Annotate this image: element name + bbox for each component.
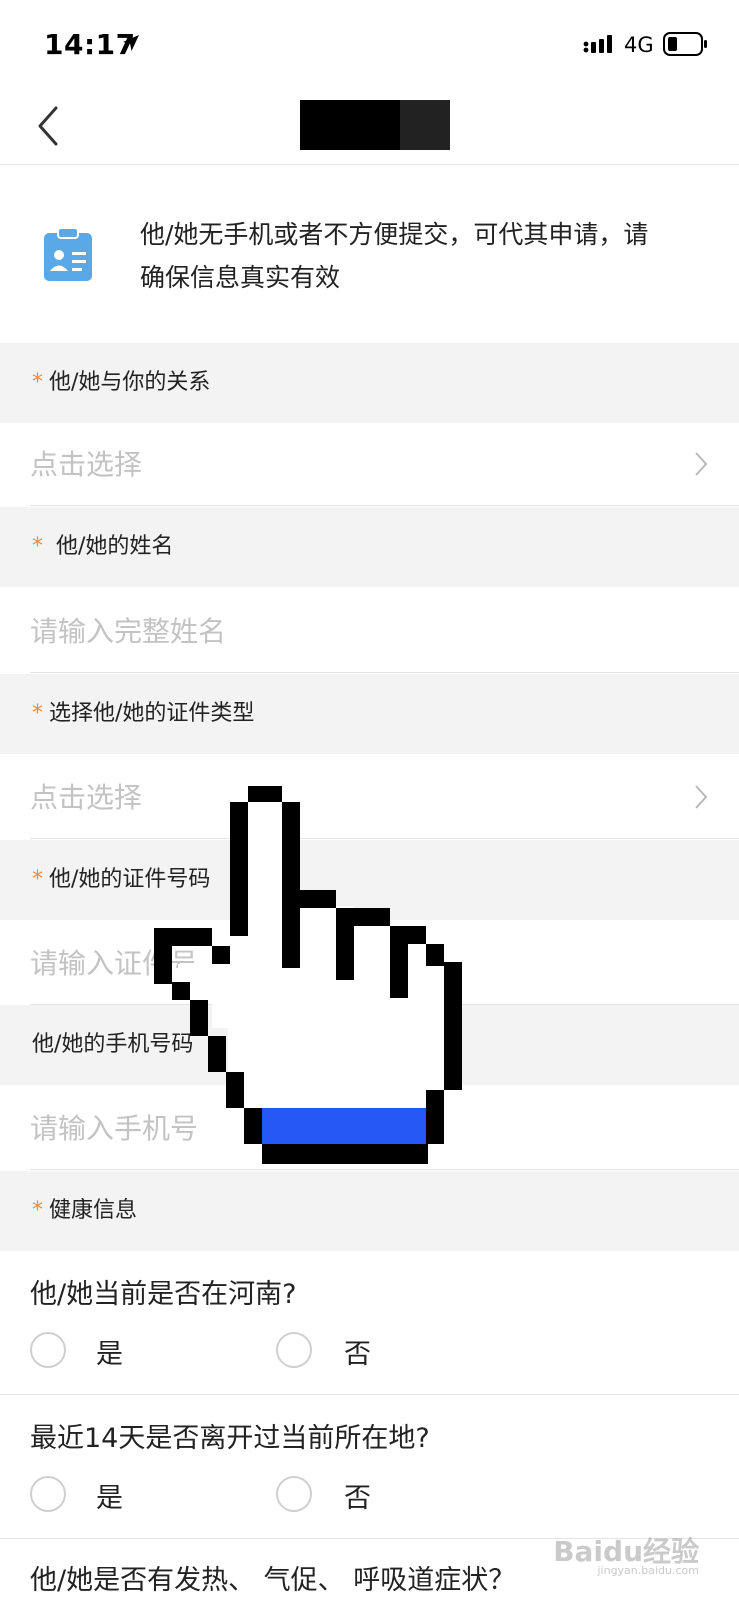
clipboard-id-icon (44, 227, 92, 281)
label-text: 他/她与你的关系 (49, 370, 211, 395)
option-no-label: 否 (344, 1483, 371, 1514)
relationship-placeholder: 点击选择 (30, 448, 143, 481)
name-placeholder: 请输入完整姓名 (30, 615, 227, 648)
label-relationship: * 他/她与你的关系 (0, 343, 739, 423)
radio-no[interactable] (276, 1332, 312, 1368)
location-arrow-icon (123, 35, 139, 51)
question-text: 他/她是否有发热、 气促、 呼吸道症状？ (30, 1565, 516, 1596)
label-name: * 他/她的姓名 (0, 507, 739, 587)
radio-yes[interactable] (30, 1332, 66, 1368)
radio-yes[interactable] (30, 1476, 66, 1512)
name-input[interactable]: 请输入完整姓名 (0, 590, 739, 673)
chevron-left-icon (38, 106, 58, 146)
label-text: 选择他/她的证件类型 (49, 701, 255, 726)
option-yes-label: 是 (96, 1483, 123, 1514)
required-mark: * (32, 867, 43, 892)
hand-pointer-icon (154, 786, 462, 1164)
label-text: 他/她的姓名 (56, 534, 174, 559)
signal-icon (583, 35, 612, 53)
intro-text: 他/她无手机或者不方便提交，可代其申请，请确保信息真实有效 (140, 220, 649, 292)
relationship-select[interactable]: 点击选择 (0, 423, 739, 506)
back-button[interactable] (34, 104, 64, 148)
option-yes-label: 是 (96, 1339, 123, 1370)
label-id-type: * 选择他/她的证件类型 (0, 674, 739, 754)
radio-no[interactable] (276, 1476, 312, 1512)
question-text: 最近14天是否离开过当前所在地? (30, 1423, 430, 1454)
watermark-sub: jingyan.baidu.com (597, 1564, 699, 1577)
chevron-right-icon (695, 452, 708, 476)
battery-icon (663, 32, 707, 56)
id-type-placeholder: 点击选择 (30, 781, 143, 814)
required-mark: * (32, 1198, 43, 1223)
question-left-location: 最近14天是否离开过当前所在地? 是 否 (0, 1396, 739, 1539)
watermark: Baidu经验 jingyan.baidu.com (553, 1530, 699, 1577)
status-bar: 14:17 4G (0, 0, 739, 88)
nav-bar (0, 88, 739, 165)
redacted-title (300, 100, 450, 150)
label-text: 健康信息 (49, 1198, 138, 1223)
required-mark: * (32, 534, 43, 559)
question-text: 他/她当前是否在河南? (30, 1279, 297, 1310)
required-mark: * (32, 370, 43, 395)
chevron-right-icon (695, 785, 708, 809)
question-in-henan: 他/她当前是否在河南? 是 否 (0, 1252, 739, 1395)
intro-banner: 他/她无手机或者不方便提交，可代其申请，请确保信息真实有效 (0, 165, 739, 343)
required-mark: * (32, 701, 43, 726)
network-type: 4G (624, 33, 654, 57)
option-no-label: 否 (344, 1339, 371, 1370)
